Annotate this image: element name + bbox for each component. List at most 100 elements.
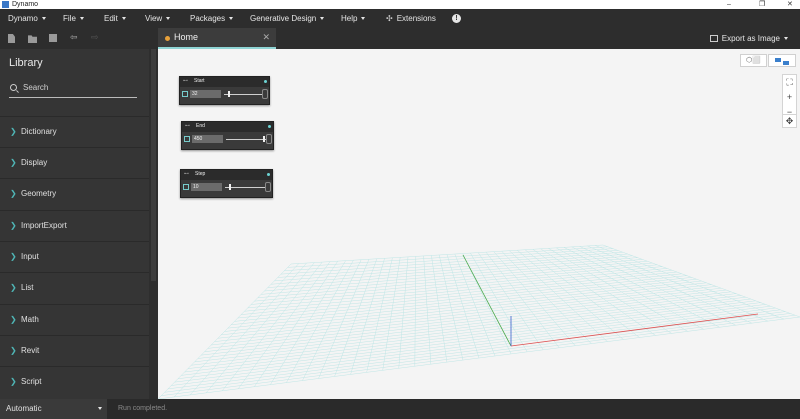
expand-toggle-icon[interactable] [183,184,189,190]
slider-value-field[interactable]: 10 [191,183,222,191]
zoom-to-fit-button[interactable]: ⛶ [783,75,796,90]
pan-button[interactable]: ✥ [782,114,797,128]
slider-expand-button[interactable] [262,89,268,99]
slider-value-field[interactable]: 32 [190,90,221,98]
menu-view[interactable]: View [145,9,171,28]
node-header[interactable]: ⊷ Step [181,170,272,180]
slider-icon: ⊷ [184,171,189,177]
undo-icon[interactable]: ⇦ [70,33,79,42]
library-item-importexport[interactable]: ❯ ImportExport [0,210,149,241]
toolbar: ⇦ ⇨ [0,28,800,49]
library-item-label: ImportExport [21,221,67,230]
library-item-label: Input [21,252,39,261]
menu-packages[interactable]: Packages [190,9,234,28]
minimize-button[interactable]: – [727,0,731,9]
scrollbar-thumb[interactable] [151,49,156,281]
run-status-text: Run completed. [118,405,168,412]
tab-home[interactable]: Home ✕ [158,28,276,49]
menu-dynamo-label: Dynamo [8,14,38,23]
menu-edit[interactable]: Edit [104,9,126,28]
run-mode-value: Automatic [6,404,42,413]
menu-extensions[interactable]: ✣ Extensions [386,9,436,28]
menu-file-label: File [63,14,76,23]
open-folder-icon[interactable] [28,35,37,43]
chevron-down-icon [320,17,325,21]
chevron-right-icon: ❯ [10,315,17,324]
chevron-right-icon: ❯ [10,252,17,261]
node-header[interactable]: ⊷ Start [180,77,269,87]
slider-value-field[interactable]: 450 [192,135,223,143]
number-slider-node-step[interactable]: ⊷ Step 10 [180,169,273,198]
library-item-input[interactable]: ❯ Input [0,241,149,272]
expand-toggle-icon[interactable] [184,136,190,142]
output-port[interactable] [264,80,267,83]
node-title: End [196,123,205,129]
library-item-label: Script [21,377,42,386]
menu-help-label: Help [341,14,358,23]
menu-generative-design-label: Generative Design [250,14,317,23]
zoom-in-button[interactable]: + [783,90,796,105]
library-scrollbar[interactable] [149,49,158,399]
menu-file[interactable]: File [63,9,84,28]
library-item-revit[interactable]: ❯ Revit [0,335,149,366]
number-slider-node-start[interactable]: ⊷ Start 32 [179,76,270,105]
info-icon[interactable]: ! [452,14,461,23]
chevron-down-icon [166,17,171,21]
menu-generative-design[interactable]: Generative Design [250,9,325,28]
menu-dynamo[interactable]: Dynamo [8,9,46,28]
restore-button[interactable]: ❐ [759,0,765,9]
expand-toggle-icon[interactable] [182,91,188,97]
chevron-right-icon: ❯ [10,158,17,167]
menu-view-label: View [145,14,163,23]
library-item-dictionary[interactable]: ❯ Dictionary [0,116,149,147]
library-item-display[interactable]: ❯ Display [0,147,149,178]
new-file-icon[interactable] [8,34,15,43]
close-window-button[interactable]: ✕ [787,0,793,9]
library-item-label: Revit [21,346,40,355]
library-item-geometry[interactable]: ❯ Geometry [0,178,149,209]
output-port[interactable] [267,173,270,176]
window-title: Dynamo [12,1,39,8]
chevron-right-icon: ❯ [10,346,17,355]
graph-view-button[interactable] [768,54,796,67]
slider-expand-button[interactable] [266,134,272,144]
graph-node-icon [783,61,789,65]
slider-expand-button[interactable] [265,182,271,192]
view-mode-toggle: ⬡⬜ [740,54,798,67]
image-icon [709,35,718,43]
redo-icon[interactable]: ⇨ [91,33,100,42]
slider-track[interactable] [226,139,266,140]
library-item-script[interactable]: ❯ Script [0,366,149,397]
close-tab-icon[interactable]: ✕ [262,28,270,47]
chevron-right-icon: ❯ [10,377,17,386]
slider-icon: ⊷ [185,123,190,129]
slider-thumb[interactable] [263,136,265,142]
menu-help[interactable]: Help [341,9,366,28]
search-placeholder: Search [23,83,49,92]
x-axis-line [510,313,759,347]
library-item-math[interactable]: ❯ Math [0,304,149,335]
run-mode-dropdown[interactable]: Automatic [0,399,107,419]
library-item-label: List [21,283,34,292]
export-as-image-button[interactable]: Export as Image [709,28,788,49]
menu-bar: Dynamo File Edit View Packages Generativ… [0,9,800,28]
save-icon[interactable] [49,34,57,42]
slider-thumb[interactable] [228,91,230,97]
slider-thumb[interactable] [229,184,231,190]
status-bar: Automatic Run completed. [0,399,800,419]
zoom-controls: ⛶ + − [782,74,797,119]
library-search-input[interactable]: Search [9,82,137,98]
library-item-label: Dictionary [21,127,57,136]
dynamo-app-icon [2,1,9,8]
graph-node-icon [775,58,781,62]
background-preview-button[interactable]: ⬡⬜ [740,54,767,67]
number-slider-node-end[interactable]: ⊷ End 450 [181,121,274,150]
library-item-label: Math [21,315,39,324]
workspace-canvas[interactable]: ⊷ Start 32 ⊷ End 450 ⊷ Step 10 ⬡⬜ ⛶ + − … [158,49,800,399]
output-port[interactable] [268,125,271,128]
slider-track[interactable] [225,187,265,188]
title-bar: Dynamo – ❐ ✕ [0,0,800,9]
node-header[interactable]: ⊷ End [182,122,273,132]
menu-edit-label: Edit [104,14,118,23]
library-item-list[interactable]: ❯ List [0,272,149,303]
